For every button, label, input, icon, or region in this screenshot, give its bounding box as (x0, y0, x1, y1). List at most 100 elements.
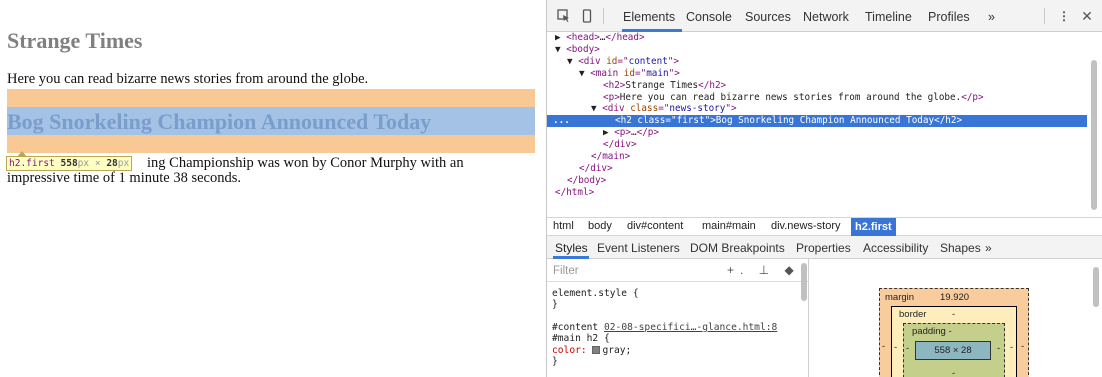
box-model-content[interactable]: 558 × 28 (915, 341, 991, 360)
dom-node-markup: ▶ <head>…</head> (555, 32, 645, 43)
css-rule-line: #main h2 { (552, 333, 610, 344)
color-swatch-icon[interactable] (592, 346, 601, 354)
crumb-h2-first[interactable]: h2.first (851, 218, 896, 236)
dom-tree[interactable]: ▶ <head>…</head> ▼ <body> ▼ <div id="conte… (547, 32, 1087, 217)
margin-right-value[interactable]: - (1021, 341, 1024, 352)
dom-node[interactable]: ▼ <body> (547, 44, 1087, 56)
dom-node[interactable]: </html> (547, 187, 1087, 199)
more-options-icon[interactable]: ⋮ (1057, 9, 1071, 23)
dom-node-markup: ▼ <main id="main"> (579, 67, 680, 79)
padding-label: padding - (912, 326, 952, 337)
box-model-scrollbar[interactable] (1093, 267, 1099, 307)
dom-node[interactable]: ▼ <div class="news-story"> (547, 103, 1087, 115)
toolbar-separator (603, 8, 604, 24)
box-model-border: border - - - padding - - - 558 × 28 - (891, 306, 1017, 377)
dom-node-markup: </html> (555, 186, 595, 198)
tab-accessibility[interactable]: Accessibility (863, 241, 928, 255)
padding-right-value[interactable]: - (997, 343, 1000, 354)
box-model-margin: margin 19.920 - - border - - - padding -… (879, 288, 1029, 377)
device-mode-icon[interactable] (580, 9, 594, 23)
dom-node[interactable]: ▶ <head>…</head> (547, 32, 1087, 44)
box-model-padding: padding - - - 558 × 28 - (903, 323, 1005, 377)
inspect-element-icon[interactable] (557, 9, 571, 23)
styles-scrollbar[interactable] (801, 263, 807, 301)
styles-pane: Filter +. ⊥ ◆ element.style { } #content… (547, 259, 809, 377)
css-source-link[interactable]: 02-08-specifici…-glance.html:8 (604, 322, 777, 333)
border-left-value[interactable]: - (894, 342, 897, 353)
dom-node-selected[interactable]: ... <h2 class="first">Bog Snorkeling Cham… (547, 115, 1087, 128)
tooltip-times: × (94, 158, 101, 169)
dom-node-markup: </div> (603, 139, 637, 151)
tab-timeline[interactable]: Timeline (865, 10, 912, 24)
tooltip-tag: h2.first (9, 158, 55, 169)
css-rule-line: element.style { (552, 288, 639, 299)
tab-network[interactable]: Network (803, 10, 849, 24)
dom-node-markup: <h2 class="first">Bog Snorkeling Champio… (615, 115, 963, 127)
dom-node-markup: ▶ <p>…</p> (603, 127, 659, 139)
devtools-toolbar: Elements Console Sources Network Timelin… (547, 0, 1102, 32)
tooltip-width: 558 (60, 158, 78, 169)
css-rule-line: } (552, 299, 558, 310)
css-declaration: color: gray; (552, 345, 631, 357)
dom-node[interactable]: ▼ <main id="main"> (547, 68, 1087, 80)
padding-left-value[interactable]: - (906, 343, 909, 354)
margin-left-value[interactable]: - (882, 341, 885, 352)
dom-node-markup: </main> (591, 151, 631, 162)
dom-node-markup: <h2>Strange Times</h2> (603, 79, 727, 91)
border-right-value[interactable]: - (1010, 342, 1013, 353)
tab-elements[interactable]: Elements (623, 10, 675, 24)
margin-label: margin (885, 292, 915, 303)
dom-node[interactable]: </main> (547, 151, 1087, 163)
crumb-html[interactable]: html (553, 220, 574, 232)
sidebar-tabs: Styles Event Listeners DOM Breakpoints P… (547, 236, 1102, 259)
tab-sources[interactable]: Sources (745, 10, 791, 24)
more-subtabs-button[interactable]: » (985, 241, 992, 255)
tooltip-arrow (17, 151, 27, 157)
toolbar-separator (1044, 8, 1045, 24)
dom-node[interactable]: <p>Here you can read bizarre news storie… (547, 92, 1087, 104)
site-title: Strange Times (7, 28, 143, 53)
dom-scrollbar[interactable] (1091, 60, 1097, 210)
devtools-panel: Elements Console Sources Network Timelin… (546, 0, 1102, 377)
crumb-div-news-story[interactable]: div.news-story (771, 220, 840, 232)
tab-console[interactable]: Console (686, 10, 732, 24)
dom-node-markup: ▼ <body> (555, 43, 600, 55)
more-tabs-button[interactable]: » (988, 10, 995, 24)
filter-divider (547, 281, 809, 282)
close-icon[interactable]: ✕ (1080, 9, 1094, 23)
tooltip-height: 28 (106, 158, 118, 169)
dom-node[interactable]: </body> (547, 175, 1087, 187)
dom-node[interactable]: <h2>Strange Times</h2> (547, 80, 1087, 92)
crumb-main[interactable]: main#main (702, 220, 756, 232)
dom-node-markup: </body> (567, 174, 607, 186)
tab-dom-breakpoints[interactable]: DOM Breakpoints (690, 241, 785, 255)
css-value[interactable]: gray; (602, 345, 631, 356)
dom-node-markup: ▼ <div id="content"> (567, 55, 679, 67)
tab-event-listeners[interactable]: Event Listeners (597, 241, 680, 255)
intro-paragraph: Here you can read bizarre news stories f… (7, 71, 369, 87)
css-property[interactable]: color: (552, 345, 587, 356)
crumb-body[interactable]: body (588, 220, 612, 232)
breadcrumb: html body div#content main#main div.news… (547, 217, 1102, 236)
dom-node-markup: ▼ <div class="news-story"> (591, 103, 737, 115)
dom-node[interactable]: ▼ <div id="content"> (547, 56, 1087, 68)
dom-node-markup: <p>Here you can read bizarre news storie… (603, 91, 984, 103)
styles-filter-input[interactable]: Filter (553, 265, 579, 277)
crumb-div-content[interactable]: div#content (627, 220, 683, 232)
news-headline: Bog Snorkeling Champion Announced Today (7, 109, 432, 134)
selected-node-marker: ... (553, 115, 570, 127)
tab-shapes[interactable]: Shapes (940, 241, 981, 255)
tab-profiles[interactable]: Profiles (928, 10, 970, 24)
css-rule-line: #content 02-08-specifici…-glance.html:8 (552, 322, 778, 333)
tab-styles[interactable]: Styles (555, 241, 588, 255)
dom-node[interactable]: </div> (547, 139, 1087, 151)
styles-filter-tools[interactable]: +. ⊥ ◆ (727, 263, 800, 277)
border-top-value[interactable]: - (952, 309, 955, 320)
element-size-tooltip: h2.first 558px × 28px (6, 151, 133, 171)
css-rule-line: } (552, 356, 558, 367)
margin-top-value[interactable]: 19.920 (940, 292, 969, 303)
dom-node[interactable]: </div> (547, 163, 1087, 175)
padding-bottom-value[interactable]: - (952, 368, 955, 377)
tab-properties[interactable]: Properties (796, 241, 851, 255)
dom-node[interactable]: ▶ <p>…</p> (547, 127, 1087, 139)
